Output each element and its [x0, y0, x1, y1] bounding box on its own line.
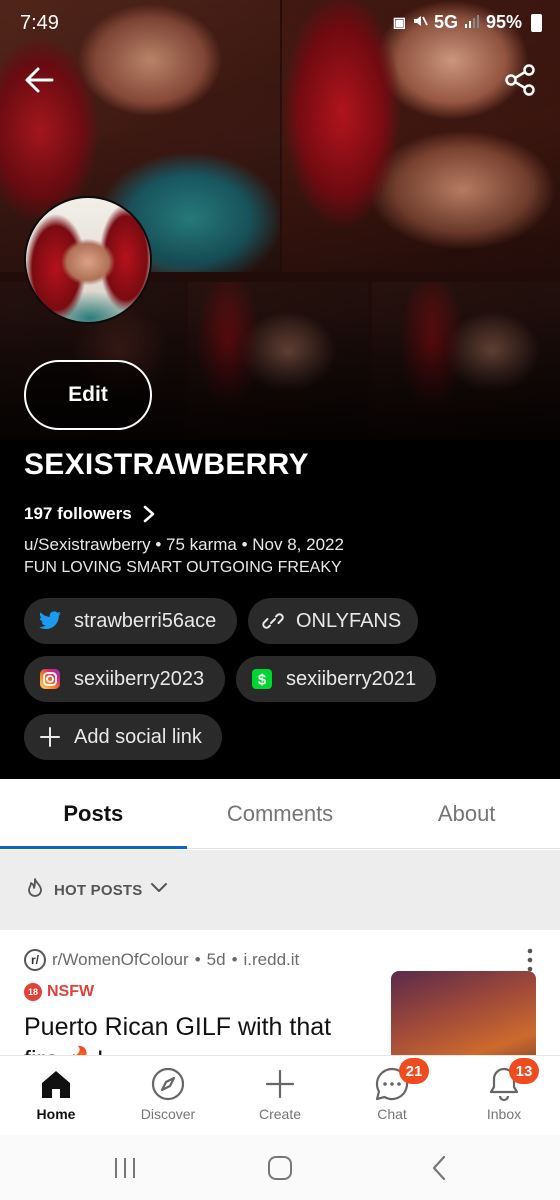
chat-badge: 21 — [399, 1058, 429, 1084]
tab-about[interactable]: About — [373, 779, 560, 848]
back-system-button[interactable] — [425, 1153, 455, 1183]
onlyfans-label: ONLYFANS — [296, 609, 402, 632]
plus-icon — [38, 725, 62, 749]
arrow-left-icon — [25, 67, 54, 93]
twitter-icon — [38, 609, 62, 633]
cashapp-handle: sexiiberry2021 — [286, 667, 417, 690]
nsfw-icon: 18 — [24, 983, 42, 1001]
battery-icon — [531, 13, 542, 32]
network-label: 5G — [433, 12, 458, 32]
more-vertical-icon — [527, 948, 533, 972]
profile-tabs: Posts Comments About — [0, 779, 560, 849]
back-button[interactable] — [22, 62, 62, 102]
home-system-button[interactable] — [265, 1153, 295, 1183]
meta-separator: • — [231, 950, 238, 969]
chevron-right-icon — [143, 505, 155, 523]
social-link-twitter[interactable]: strawberri56ace — [24, 598, 237, 644]
plus-icon — [262, 1066, 298, 1102]
flame-icon — [24, 877, 46, 904]
link-icon — [262, 609, 284, 633]
nav-inbox-label: Inbox — [486, 1106, 522, 1122]
post-subreddit[interactable]: r/WomenOfColour — [52, 950, 189, 970]
social-link-cashapp[interactable]: $ sexiiberry2021 — [236, 656, 436, 702]
nav-home-label: Home — [36, 1106, 76, 1122]
post-domain: i.redd.it — [243, 950, 300, 969]
sort-selector[interactable]: HOT POSTS — [0, 850, 560, 930]
social-link-onlyfans[interactable]: ONLYFANS — [248, 598, 418, 644]
inbox-badge: 13 — [509, 1058, 539, 1084]
social-link-instagram[interactable]: sexiiberry2023 — [24, 656, 225, 702]
svg-text:$: $ — [258, 672, 267, 689]
nav-home[interactable]: Home — [0, 1056, 112, 1135]
followers-count: 197 followers — [24, 504, 132, 523]
signal-icon — [464, 13, 480, 32]
nav-discover[interactable]: Discover — [112, 1056, 224, 1135]
nav-create[interactable]: Create — [224, 1056, 336, 1135]
battery-label: 95% — [485, 12, 522, 32]
chevron-down-icon — [150, 881, 168, 900]
profile-bio: FUN LOVING SMART OUTGOING FREAKY — [24, 559, 342, 576]
notification-icon: ▣ — [392, 14, 406, 30]
edit-profile-button[interactable]: Edit — [24, 360, 152, 430]
subreddit-icon: r/ — [24, 949, 46, 971]
avatar[interactable] — [24, 196, 152, 324]
sort-label: HOT POSTS — [54, 881, 143, 899]
share-icon — [505, 64, 535, 96]
post-age: 5d — [206, 950, 226, 969]
home-circle-icon — [268, 1156, 292, 1180]
followers-link[interactable]: 197 followers — [24, 504, 156, 524]
add-social-link-button[interactable]: Add social link — [24, 714, 222, 760]
instagram-icon — [38, 667, 62, 691]
meta-separator: • — [194, 950, 201, 969]
cashapp-icon: $ — [250, 667, 274, 691]
status-time: 7:49 — [20, 12, 59, 34]
nav-create-label: Create — [258, 1106, 302, 1122]
twitter-handle: strawberri56ace — [74, 609, 217, 632]
nsfw-tag: 18 NSFW — [24, 983, 94, 1001]
profile-meta: u/Sexistrawberry • 75 karma • Nov 8, 202… — [24, 535, 344, 554]
add-social-link-label: Add social link — [74, 725, 202, 748]
compass-icon — [150, 1066, 186, 1102]
post-meta: r/ r/WomenOfColour • 5d • i.redd.it — [24, 949, 299, 971]
mute-icon — [412, 13, 428, 32]
status-bar: 7:49 ▣ 5G 95% — [0, 0, 560, 48]
instagram-handle: sexiiberry2023 — [74, 667, 205, 690]
status-indicators: ▣ 5G 95% — [393, 12, 542, 33]
system-navigation-bar — [0, 1135, 560, 1200]
recents-icon — [115, 1158, 135, 1178]
tab-posts[interactable]: Posts — [0, 779, 187, 849]
nav-chat[interactable]: 21 Chat — [336, 1056, 448, 1135]
nav-discover-label: Discover — [140, 1106, 196, 1122]
display-name: SEXISTRAWBERRY — [24, 448, 309, 481]
nsfw-label: NSFW — [47, 983, 95, 1000]
nav-chat-label: Chat — [377, 1106, 407, 1122]
nav-inbox[interactable]: 13 Inbox — [448, 1056, 560, 1135]
chevron-left-icon — [432, 1155, 446, 1181]
share-button[interactable] — [502, 62, 542, 102]
home-icon — [38, 1066, 74, 1102]
more-options-button[interactable] — [524, 947, 536, 973]
tab-comments[interactable]: Comments — [187, 779, 374, 848]
bottom-navigation: Home Discover Create 21 Chat 13 Inbox — [0, 1055, 560, 1135]
recents-button[interactable] — [110, 1153, 140, 1183]
